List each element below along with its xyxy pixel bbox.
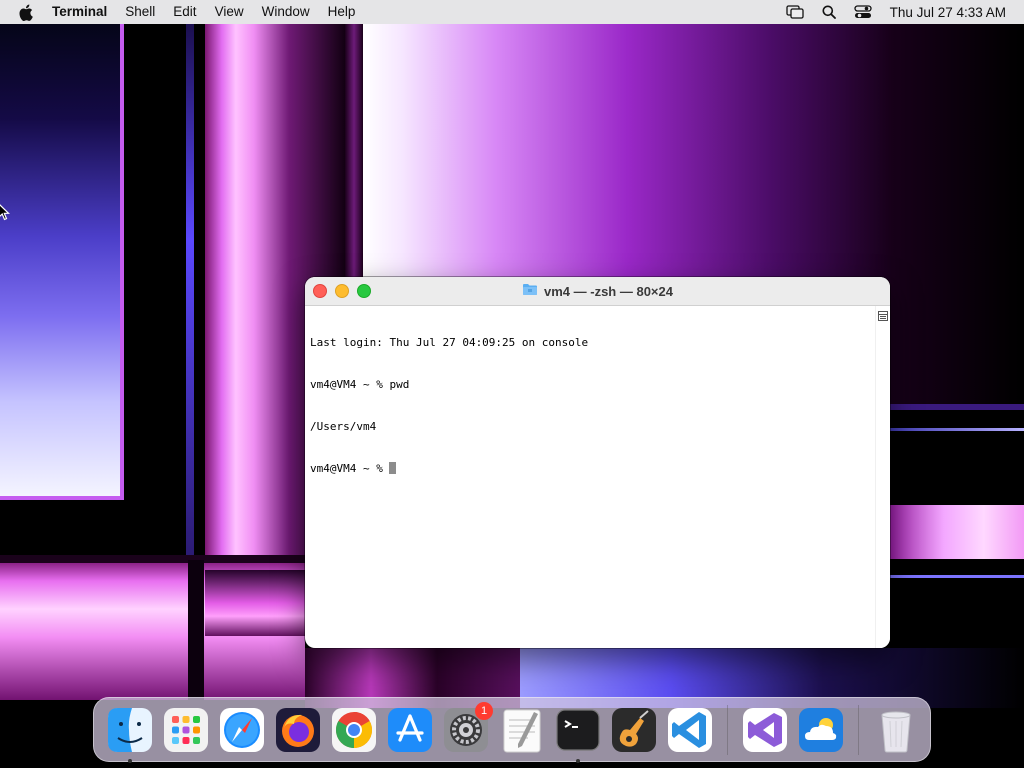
dock-separator xyxy=(727,704,728,755)
minimize-window-button[interactable] xyxy=(335,284,349,298)
menu-bar-clock[interactable]: Thu Jul 27 4:33 AM xyxy=(880,5,1024,20)
text-cursor xyxy=(389,462,397,474)
dock-textedit[interactable] xyxy=(498,706,546,754)
dock-system-settings[interactable]: 1 xyxy=(442,701,493,754)
dock-weather[interactable] xyxy=(797,706,845,754)
dock-visual-studio[interactable] xyxy=(741,706,789,754)
terminal-window[interactable]: vm4 — -zsh — 80×24 Last login: Thu Jul 2… xyxy=(305,277,890,648)
terminal-icon xyxy=(556,708,600,751)
dock-app-store[interactable] xyxy=(386,706,434,754)
mouse-pointer-icon xyxy=(0,203,10,226)
dock-garageband[interactable] xyxy=(610,706,658,754)
chrome-icon xyxy=(332,707,376,752)
zoom-window-button[interactable] xyxy=(357,284,371,298)
terminal-line: Last login: Thu Jul 27 04:09:25 on conso… xyxy=(310,336,589,349)
garageband-icon xyxy=(612,707,656,752)
weather-icon xyxy=(799,707,843,752)
launchpad-icon xyxy=(164,707,208,752)
app-store-icon xyxy=(388,707,432,752)
dock-safari[interactable] xyxy=(218,706,266,754)
firefox-icon xyxy=(276,707,320,752)
dock-vscode[interactable] xyxy=(666,706,714,754)
control-center-icon[interactable] xyxy=(846,0,880,24)
menu-edit[interactable]: Edit xyxy=(164,0,205,24)
finder-icon xyxy=(108,707,152,752)
dock-launchpad[interactable] xyxy=(162,706,210,754)
folder-icon xyxy=(522,283,538,299)
menu-bar: Terminal Shell Edit View Window Help Thu… xyxy=(0,0,1024,24)
trash-icon xyxy=(881,711,911,752)
menu-app-name[interactable]: Terminal xyxy=(42,0,116,24)
spotlight-search-icon[interactable] xyxy=(812,0,846,24)
menu-shell[interactable]: Shell xyxy=(116,0,164,24)
dock-separator xyxy=(858,704,859,755)
dock: 1 xyxy=(93,697,931,763)
textedit-icon xyxy=(503,709,541,752)
menu-window[interactable]: Window xyxy=(253,0,319,24)
dock-finder[interactable] xyxy=(106,706,154,763)
dock-chrome[interactable] xyxy=(330,706,378,754)
terminal-line: vm4@VM4 ~ % pwd xyxy=(310,378,410,391)
terminal-line: /Users/vm4 xyxy=(310,420,377,433)
close-window-button[interactable] xyxy=(313,284,327,298)
apple-menu-icon[interactable] xyxy=(16,3,34,21)
visual-studio-icon xyxy=(743,707,787,752)
dock-trash[interactable] xyxy=(872,706,920,754)
terminal-title: vm4 — -zsh — 80×24 xyxy=(544,283,673,299)
terminal-output[interactable]: Last login: Thu Jul 27 04:09:25 on conso… xyxy=(305,306,876,648)
screen-mirroring-icon[interactable] xyxy=(778,0,812,24)
safari-icon xyxy=(220,707,264,752)
vscode-icon xyxy=(668,707,712,752)
terminal-titlebar[interactable]: vm4 — -zsh — 80×24 xyxy=(305,277,890,306)
terminal-scrollbar[interactable] xyxy=(875,306,890,648)
menu-help[interactable]: Help xyxy=(319,0,365,24)
dock-firefox[interactable] xyxy=(274,706,322,754)
split-pane-icon[interactable] xyxy=(878,308,888,321)
dock-terminal[interactable] xyxy=(554,706,602,763)
notification-badge: 1 xyxy=(475,701,493,720)
terminal-prompt-line[interactable]: vm4@VM4 ~ % xyxy=(310,462,871,476)
menu-view[interactable]: View xyxy=(206,0,253,24)
terminal-prompt: vm4@VM4 ~ % xyxy=(310,462,390,475)
